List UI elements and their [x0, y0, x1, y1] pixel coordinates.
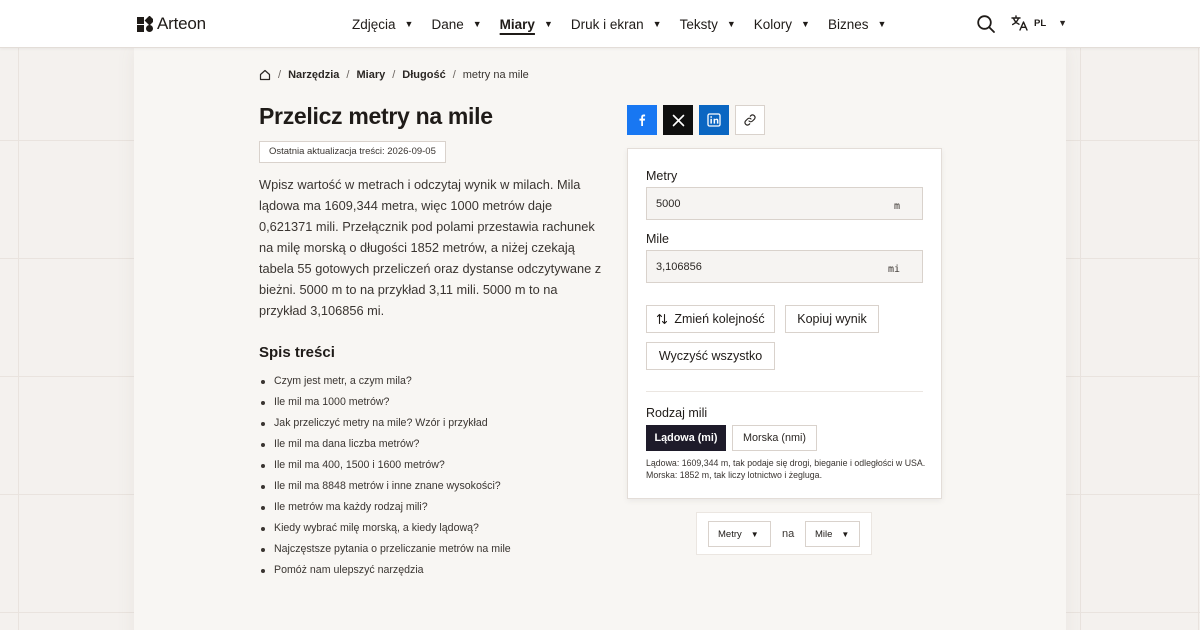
converter-card: Metry m Mile mi Zmień kolejność Kopiuj w…	[627, 148, 942, 499]
toc-item[interactable]: Jak przeliczyć metry na mile? Wzór i prz…	[261, 413, 511, 434]
breadcrumb-current: metry na mile	[462, 69, 529, 81]
nav-label: Biznes	[827, 16, 869, 32]
brand-logo[interactable]: Arteon	[137, 14, 206, 34]
card-divider	[646, 391, 923, 392]
nav-label: Miary	[499, 16, 535, 32]
miles-unit: mi	[887, 264, 900, 275]
caret-down-icon: ▼	[652, 19, 662, 29]
caret-down-icon: ▼	[877, 19, 887, 29]
toc-item[interactable]: Ile mil ma 400, 1500 i 1600 metrów?	[261, 455, 511, 476]
table-of-contents: Czym jest metr, a czym mila? Ile mil ma …	[261, 371, 511, 581]
nav-item-zdjecia[interactable]: Zdjęcia ▼	[352, 0, 413, 48]
main-nav: Zdjęcia ▼ Dane ▼ Miary ▼ Druk i ekran ▼ Teks…	[352, 0, 904, 48]
breadcrumb-separator: /	[346, 69, 350, 81]
nav-label: Teksty	[679, 16, 718, 32]
toc-item[interactable]: Czym jest metr, a czym mila?	[261, 371, 511, 392]
share-buttons	[627, 105, 765, 135]
linkedin-icon	[707, 113, 721, 127]
site-header: Arteon Zdjęcia ▼ Dane ▼ Miary ▼ Druk i ekra…	[0, 0, 1200, 48]
toc-item[interactable]: Pomóż nam ulepszyć narzędzia	[261, 560, 511, 581]
caret-down-icon: ▼	[750, 529, 759, 539]
caret-down-icon: ▼	[726, 19, 736, 29]
language-switcher[interactable]: PL ▼	[1011, 15, 1067, 31]
language-code: PL	[1034, 17, 1047, 29]
nav-item-biznes[interactable]: Biznes ▼	[828, 0, 886, 48]
logo-mark-icon	[137, 16, 153, 32]
meters-field: m	[646, 187, 923, 220]
intro-paragraph: Wpisz wartość w metrach i odczytaj wynik…	[259, 177, 602, 318]
toc-item[interactable]: Ile mil ma dana liczba metrów?	[261, 434, 511, 455]
copy-result-button[interactable]: Kopiuj wynik	[785, 305, 879, 333]
breadcrumb-separator: /	[452, 69, 456, 81]
breadcrumb: / Narzędzia / Miary / Długość / metry na…	[259, 69, 529, 81]
toc-title: Spis treści	[259, 344, 335, 361]
swap-order-button[interactable]: Zmień kolejność	[646, 305, 775, 333]
toc-item[interactable]: Kiedy wybrać milę morską, a kiedy lądową…	[261, 518, 511, 539]
nav-item-kolory[interactable]: Kolory ▼	[754, 0, 810, 48]
caret-down-icon: ▼	[841, 529, 850, 539]
swap-arrows-icon	[657, 313, 668, 325]
mile-type-sea-option[interactable]: Morska (nmi)	[732, 425, 817, 451]
link-icon	[744, 114, 756, 126]
caret-down-icon: ▼	[404, 19, 414, 29]
from-field-label: Metry	[646, 169, 678, 183]
meters-unit: m	[893, 201, 900, 212]
toc-item[interactable]: Ile mil ma 1000 metrów?	[261, 392, 511, 413]
nav-label: Dane	[431, 16, 464, 32]
meters-input[interactable]	[647, 188, 877, 219]
toc-item[interactable]: Najczęstsze pytania o przeliczanie metró…	[261, 539, 511, 560]
toc-item[interactable]: Ile mil ma 8848 metrów i inne znane wyso…	[261, 476, 511, 497]
nav-item-teksty[interactable]: Teksty ▼	[680, 0, 736, 48]
nav-label: Kolory	[753, 16, 793, 32]
nav-item-druk-i-ekran[interactable]: Druk i ekran ▼	[571, 0, 662, 48]
translate-icon	[1011, 15, 1028, 31]
swap-order-label: Zmień kolejność	[674, 312, 765, 326]
unit-joiner-text: na	[782, 528, 795, 540]
search-icon[interactable]	[976, 14, 996, 34]
share-linkedin-button[interactable]	[699, 105, 729, 135]
brand-name: Arteon	[157, 14, 206, 33]
breadcrumb-link-miary[interactable]: Miary	[356, 69, 385, 81]
clear-all-button[interactable]: Wyczyść wszystko	[646, 342, 775, 370]
mile-type-land-option[interactable]: Lądowa (mi)	[646, 425, 726, 451]
to-field-label: Mile	[646, 232, 669, 246]
breadcrumb-separator: /	[392, 69, 396, 81]
nav-label: Druk i ekran	[570, 16, 644, 32]
breadcrumb-link-narzedzia[interactable]: Narzędzia	[288, 69, 339, 81]
nav-label: Zdjęcia	[352, 16, 396, 32]
caret-down-icon: ▼	[472, 19, 482, 29]
share-x-button[interactable]	[663, 105, 693, 135]
x-icon	[672, 114, 684, 126]
last-updated-badge: Ostatnia aktualizacja treści: 2026-09-05	[259, 141, 446, 163]
toc-item[interactable]: Ile metrów ma każdy rodzaj mili?	[261, 497, 511, 518]
home-icon[interactable]	[259, 69, 271, 81]
breadcrumb-separator: /	[278, 69, 282, 81]
to-unit-select[interactable]: Mile ▼	[805, 521, 860, 547]
unit-selector-bar: Metry ▼ na Mile ▼	[696, 512, 872, 555]
nav-item-miary[interactable]: Miary ▼	[500, 0, 553, 48]
nav-item-dane[interactable]: Dane ▼	[431, 0, 481, 48]
caret-down-icon: ▼	[801, 19, 810, 29]
miles-input[interactable]	[647, 251, 877, 282]
from-unit-select[interactable]: Metry ▼	[708, 521, 771, 547]
breadcrumb-link-dlugosc[interactable]: Długość	[402, 69, 445, 81]
caret-down-icon: ▼	[1058, 18, 1068, 28]
caret-down-icon: ▼	[543, 19, 553, 29]
from-unit-value: Metry	[718, 528, 742, 540]
facebook-icon	[639, 114, 646, 126]
copy-link-button[interactable]	[735, 105, 765, 135]
to-unit-value: Mile	[815, 528, 833, 540]
page-title: Przelicz metry na mile	[259, 103, 493, 129]
mile-type-note: Lądowa: 1609,344 m, tak podaje się drogi…	[646, 458, 926, 480]
share-facebook-button[interactable]	[627, 105, 657, 135]
mile-type-label: Rodzaj mili	[646, 406, 708, 420]
miles-field: mi	[646, 250, 923, 283]
